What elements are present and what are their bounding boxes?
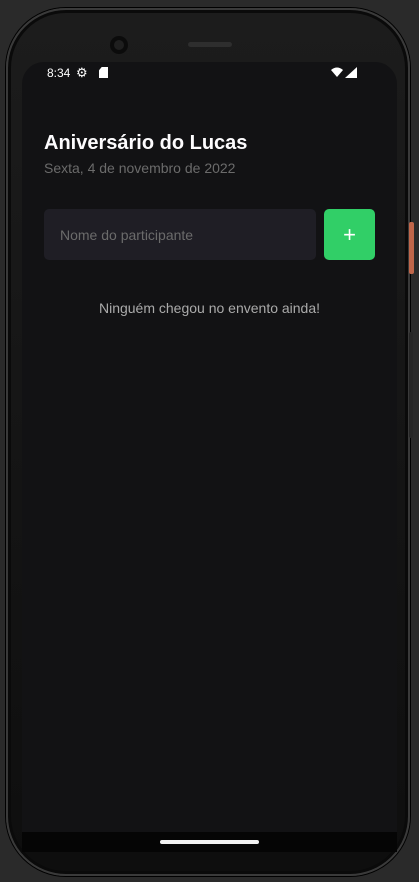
sd-card-icon bbox=[99, 67, 108, 78]
status-bar: 8:34 ⚙ bbox=[22, 62, 397, 86]
add-participant-button[interactable]: + bbox=[324, 209, 375, 260]
participant-name-input[interactable] bbox=[44, 209, 316, 260]
app-screen: 8:34 ⚙ Aniversário do Lucas Sexta, 4 de … bbox=[22, 62, 397, 852]
front-camera bbox=[110, 36, 128, 54]
wifi-icon bbox=[331, 67, 343, 81]
empty-list-message: Ninguém chegou no envento ainda! bbox=[98, 300, 321, 316]
signal-icon bbox=[345, 67, 357, 81]
power-button bbox=[409, 222, 414, 274]
earpiece-speaker bbox=[188, 42, 232, 47]
status-time: 8:34 bbox=[47, 66, 71, 80]
home-indicator[interactable] bbox=[160, 840, 259, 844]
event-date: Sexta, 4 de novembro de 2022 bbox=[44, 160, 236, 176]
volume-button bbox=[409, 332, 413, 438]
event-title: Aniversário do Lucas bbox=[44, 132, 248, 154]
gear-icon: ⚙ bbox=[76, 65, 88, 80]
